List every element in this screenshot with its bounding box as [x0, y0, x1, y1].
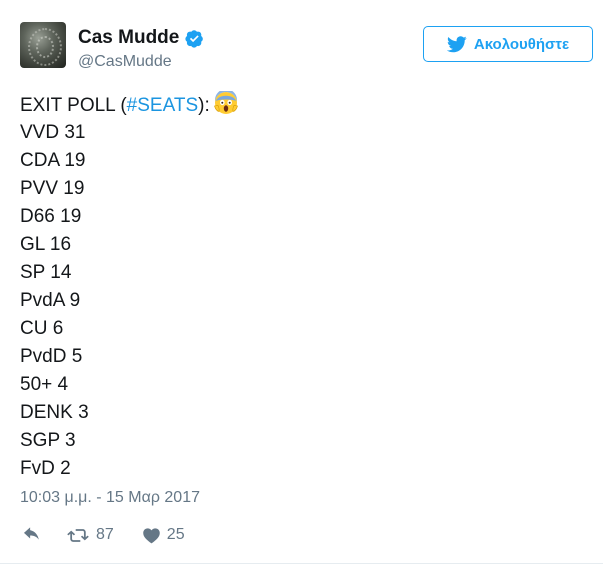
result-line: DENK 3 — [20, 402, 89, 423]
tweet-actions: 87 25 — [22, 524, 185, 546]
twitter-bird-icon — [446, 35, 467, 52]
tweet-card: Cas Mudde @CasMudde Ακολουθήστε EXIT POL… — [0, 0, 603, 566]
follow-button[interactable]: Ακολουθήστε — [423, 26, 593, 62]
result-line: FvD 2 — [20, 458, 71, 479]
avatar[interactable] — [20, 22, 66, 68]
result-line: 50+ 4 — [20, 374, 69, 395]
retweet-button[interactable]: 87 — [66, 526, 114, 544]
divider — [0, 563, 603, 564]
results-list: VVD 31 CDA 19 PVV 19 D66 19 GL 16 SP 14 PvdA 9… — [20, 119, 238, 483]
reply-icon — [23, 527, 39, 540]
result-line: PVV 19 — [20, 178, 85, 199]
like-button[interactable]: 25 — [142, 526, 185, 544]
retweet-count: 87 — [96, 526, 114, 543]
exit-poll-suffix: ): — [198, 95, 210, 116]
hashtag-link[interactable]: #SEATS — [127, 95, 198, 116]
user-handle[interactable]: @CasMudde — [78, 53, 172, 71]
result-line: CU 6 — [20, 318, 64, 339]
result-line: GL 16 — [20, 234, 72, 255]
result-line: SGP 3 — [20, 430, 76, 451]
like-count: 25 — [166, 526, 185, 543]
result-line: VVD 31 — [20, 122, 86, 143]
face-screaming-in-fear-icon — [213, 89, 238, 115]
follow-button-label: Ακολουθήστε — [473, 35, 570, 53]
result-line: CDA 19 — [20, 150, 86, 171]
display-name[interactable]: Cas Mudde — [78, 27, 179, 49]
reply-button[interactable] — [22, 526, 42, 544]
verified-badge-icon — [185, 29, 204, 48]
result-line: PvdD 5 — [20, 346, 83, 367]
result-line: D66 19 — [20, 206, 82, 227]
tweet-text: EXIT POLL (#SEATS): VVD 31 CDA 19 PVV 19 D6… — [20, 89, 238, 483]
exit-poll-prefix: EXIT POLL ( — [20, 95, 127, 116]
retweet-icon — [67, 528, 89, 542]
tweet-timestamp[interactable]: 10:03 μ.μ. - 15 Μαρ 2017 — [20, 489, 200, 507]
result-line: PvdA 9 — [20, 290, 81, 311]
tweet-header: Cas Mudde @CasMudde Ακολουθήστε — [20, 22, 595, 72]
heart-icon — [143, 527, 160, 543]
user-name-row[interactable]: Cas Mudde — [78, 26, 204, 50]
tweet-header-line: EXIT POLL (#SEATS): — [20, 89, 238, 119]
result-line: SP 14 — [20, 262, 72, 283]
